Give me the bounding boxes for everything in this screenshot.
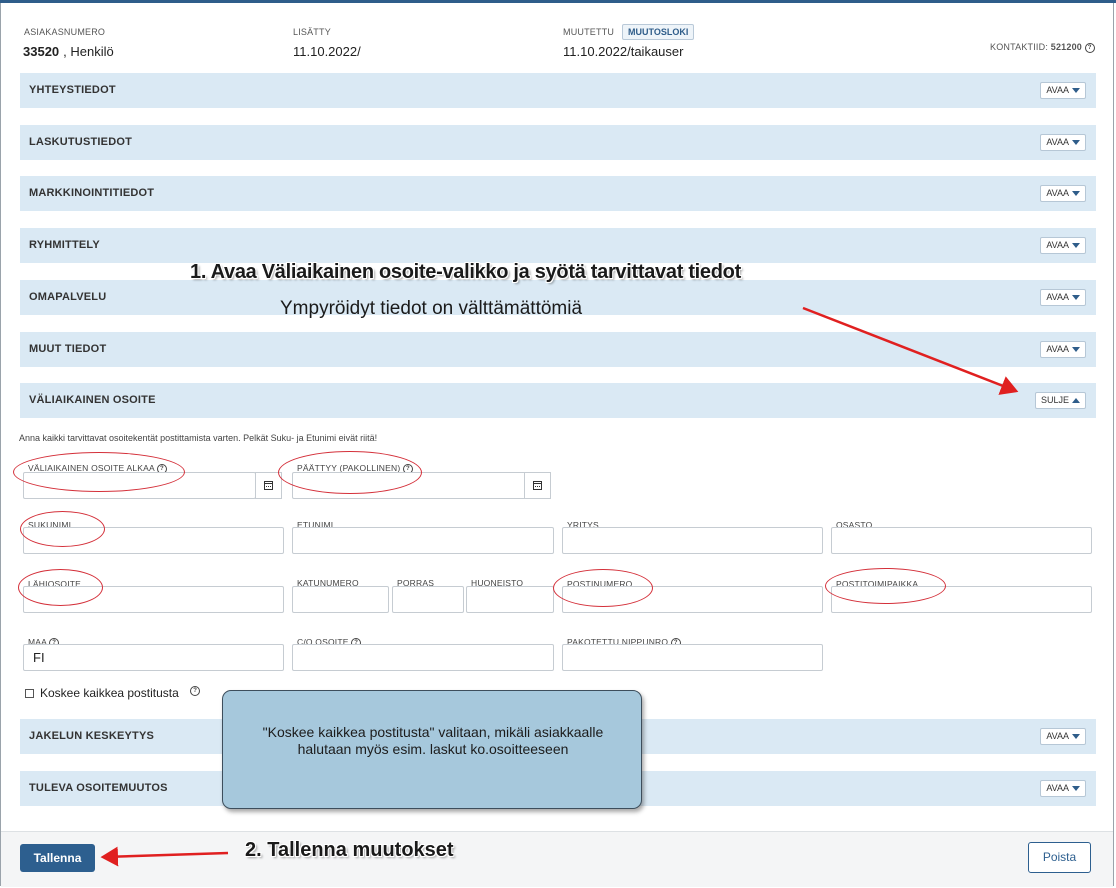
arrow-to-save <box>100 846 229 867</box>
arrow-to-sulje <box>802 306 1019 395</box>
annotation-arrows <box>100 306 1019 867</box>
